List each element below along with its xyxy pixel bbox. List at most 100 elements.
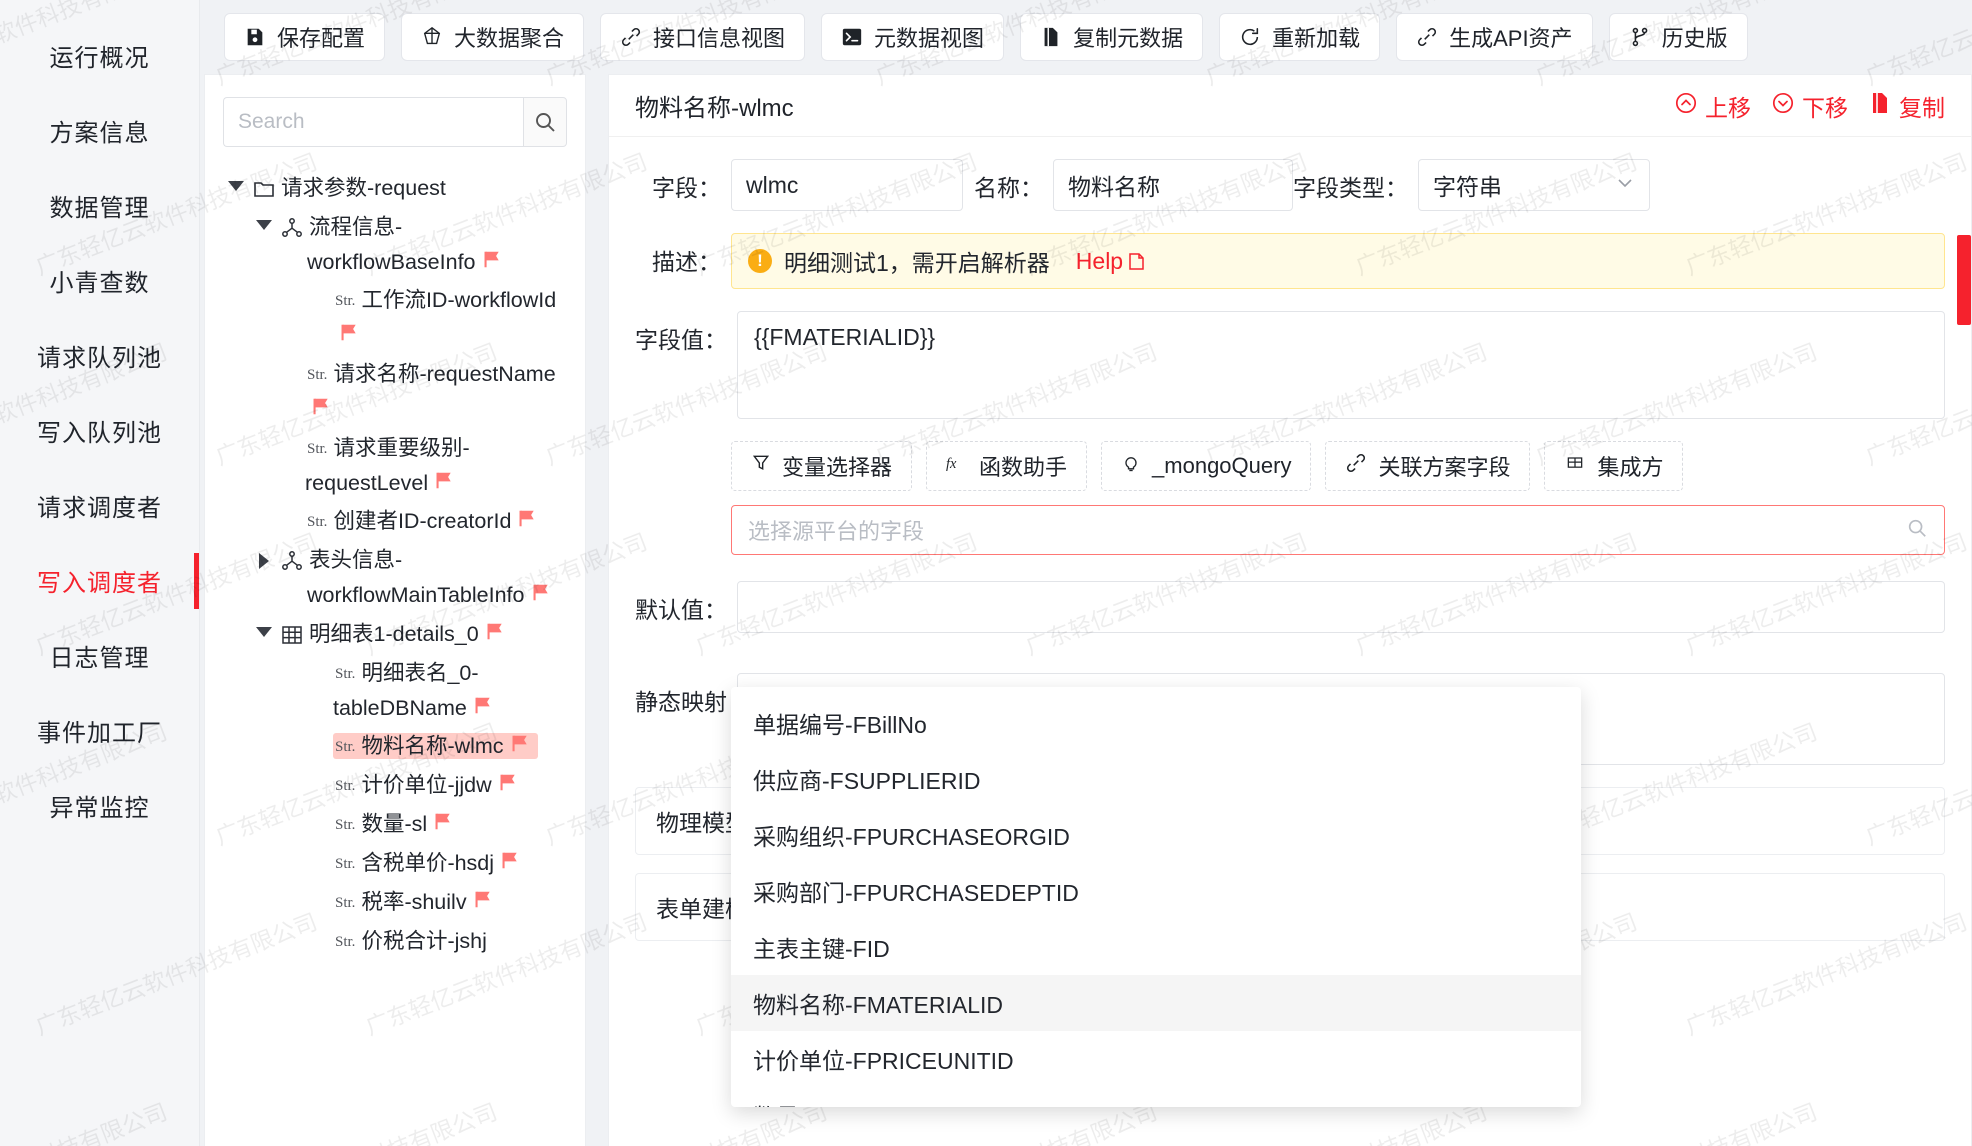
tree-node-label-box: Str. 含税单价-hsdj [333, 850, 528, 876]
name-label: 名称： [974, 175, 1043, 201]
toolbar-button-6[interactable]: 生成API资产 [1396, 13, 1593, 61]
tree-node[interactable]: Str. 请求名称-requestName [223, 355, 567, 429]
name-input[interactable] [1053, 159, 1293, 211]
field-type-select[interactable]: 字符串 [1418, 159, 1650, 211]
detail-action-1[interactable]: 下移 [1771, 89, 1848, 123]
tree-node-label-box: Str. 计价单位-jjdw [333, 772, 526, 798]
tree-node[interactable]: Str. 创建者ID-creatorId [223, 502, 567, 541]
caret-placeholder [307, 768, 333, 778]
helper-button-0[interactable]: 变量选择器 [731, 441, 913, 491]
field-label: 字段： [652, 175, 721, 201]
caret-down-icon[interactable] [223, 171, 249, 191]
flag-icon [486, 623, 507, 646]
aggregate-icon [421, 26, 443, 48]
field-input[interactable] [731, 159, 963, 211]
sidebar-item-2[interactable]: 数据管理 [0, 168, 199, 243]
type-tag: Str. [307, 367, 328, 384]
dropdown-option-6[interactable]: 计价单位-FPRICEUNITID [731, 1031, 1581, 1087]
tree-node[interactable]: Str. 计价单位-jjdw [223, 766, 567, 805]
tree-node[interactable]: Str. 请求重要级别-requestLevel [223, 429, 567, 503]
toolbar-button-1[interactable]: 大数据聚合 [401, 13, 585, 61]
sidebar-item-3[interactable]: 小青查数 [0, 243, 199, 318]
helper-button-label: 集成方 [1597, 455, 1664, 480]
sidebar-item-7[interactable]: 写入调度者 [0, 543, 199, 618]
toolbar-button-0[interactable]: 保存配置 [224, 13, 386, 61]
sidebar-item-10[interactable]: 异常监控 [0, 768, 199, 843]
tree-node[interactable]: Str. 数量-sl [223, 805, 567, 844]
tree-node-label-box: 流程信息-workflowBaseInfo [307, 214, 510, 275]
detail-action-0[interactable]: 上移 [1674, 89, 1751, 123]
dropdown-option-0[interactable]: 单据编号-FBillNo [731, 695, 1581, 751]
detail-header: 物料名称-wlmc 上移 下移 复制 [609, 75, 1971, 137]
scroll-rail[interactable] [1957, 235, 1971, 325]
toolbar-button-label: 复制元数据 [1073, 26, 1184, 51]
dropdown-option-3[interactable]: 采购部门-FPURCHASEDEPTID [731, 863, 1581, 919]
sidebar-item-label: 运行概况 [49, 45, 150, 72]
workspace: 请求参数-request 流程信息-workflowBaseInfo Str. 工作流… [200, 74, 1972, 1146]
tree-node[interactable]: Str. 物料名称-wlmc [223, 727, 567, 766]
tree-node[interactable]: Str. 价税合计-jshj [223, 922, 567, 961]
sidebar-item-9[interactable]: 事件加工厂 [0, 693, 199, 768]
sidebar-item-label: 请求队列池 [37, 345, 162, 372]
detail-action-2[interactable]: 复制 [1868, 89, 1945, 123]
tree-node[interactable]: 明细表1-details_0 [223, 615, 567, 654]
tree-node-label: 数量-sl [361, 812, 428, 837]
dropdown-option-1[interactable]: 供应商-FSUPPLIERID [731, 751, 1581, 807]
toolbar-button-5[interactable]: 重新加载 [1219, 13, 1381, 61]
tree-node[interactable]: 流程信息-workflowBaseInfo [223, 208, 567, 282]
tree-node[interactable]: 请求参数-request [223, 169, 567, 208]
description-alert: ! 明细测试1，需开启解析器 Help [731, 233, 1945, 289]
field-value-textarea[interactable] [737, 311, 1945, 419]
tree-node[interactable]: Str. 税率-shuilv [223, 883, 567, 922]
tree-node[interactable]: Str. 含税单价-hsdj [223, 844, 567, 883]
description-row: 描述： ! 明细测试1，需开启解析器 Help [635, 233, 1945, 289]
sidebar-active-indicator [194, 552, 199, 609]
toolbar-button-4[interactable]: 复制元数据 [1020, 13, 1204, 61]
default-value-input[interactable] [737, 581, 1945, 633]
tree-node[interactable]: Str. 明细表名_0-tableDBName [223, 654, 567, 728]
dropdown-option-4[interactable]: 主表主键-FID [731, 919, 1581, 975]
toolbar-button-7[interactable]: 历史版 [1608, 13, 1748, 61]
caret-down-icon[interactable] [251, 210, 277, 230]
helper-button-3[interactable]: 关联方案字段 [1325, 441, 1531, 491]
link-icon [620, 26, 642, 48]
helper-button-4[interactable]: 集成方 [1544, 441, 1684, 491]
caret-placeholder [307, 924, 333, 934]
tree-node-label-wrap: Str. 计价单位-jjdw [333, 768, 526, 803]
dropdown-option-5[interactable]: 物料名称-FMATERIALID [731, 975, 1581, 1031]
type-tag: Str. [335, 778, 356, 795]
toolbar-button-label: 元数据视图 [874, 26, 985, 51]
sidebar-item-label: 数据管理 [49, 195, 150, 222]
helper-button-2[interactable]: _mongoQuery [1101, 441, 1312, 491]
dropdown-option-7[interactable]: 数量-FPriceQty [731, 1087, 1581, 1107]
dropdown-option-2[interactable]: 采购组织-FPURCHASEORGID [731, 807, 1581, 863]
tree-node-label-box: Str. 价税合计-jshj [333, 928, 493, 954]
source-field-select[interactable]: 选择源平台的字段 [731, 505, 1945, 555]
helper-button-1[interactable]: fx 函数助手 [926, 441, 1088, 491]
tree-node[interactable]: 表头信息-workflowMainTableInfo [223, 541, 567, 615]
help-link[interactable]: Help [1076, 248, 1145, 275]
sidebar-item-5[interactable]: 写入队列池 [0, 393, 199, 468]
toolbar-button-2[interactable]: 接口信息视图 [600, 13, 806, 61]
tree-node-label: 请求参数-request [281, 176, 446, 200]
caret-right-icon[interactable] [251, 543, 277, 570]
node-icon [277, 543, 307, 573]
description-label: 描述： [652, 249, 721, 275]
sidebar-item-4[interactable]: 请求队列池 [0, 318, 199, 393]
sidebar-item-label: 方案信息 [49, 120, 150, 147]
sidebar-item-8[interactable]: 日志管理 [0, 618, 199, 693]
field-tree: 请求参数-request 流程信息-workflowBaseInfo Str. 工作流… [223, 169, 567, 960]
sidebar-item-label: 事件加工厂 [37, 720, 162, 747]
sidebar-item-6[interactable]: 请求调度者 [0, 468, 199, 543]
search-input[interactable] [223, 97, 523, 147]
sidebar-item-1[interactable]: 方案信息 [0, 93, 199, 168]
field-type-value: 字符串 [1433, 174, 1502, 200]
search-button[interactable] [523, 97, 567, 147]
tree-node[interactable]: Str. 工作流ID-workflowId [223, 281, 567, 355]
toolbar-button-3[interactable]: 元数据视图 [821, 13, 1005, 61]
caret-down-icon[interactable] [251, 617, 277, 637]
flag-icon [474, 891, 495, 914]
sidebar-item-0[interactable]: 运行概况 [0, 18, 199, 93]
warning-icon: ! [748, 249, 772, 273]
helper-buttons: 变量选择器 fx 函数助手 _mongoQuery 关联方案字段 集成方 [731, 441, 1945, 491]
